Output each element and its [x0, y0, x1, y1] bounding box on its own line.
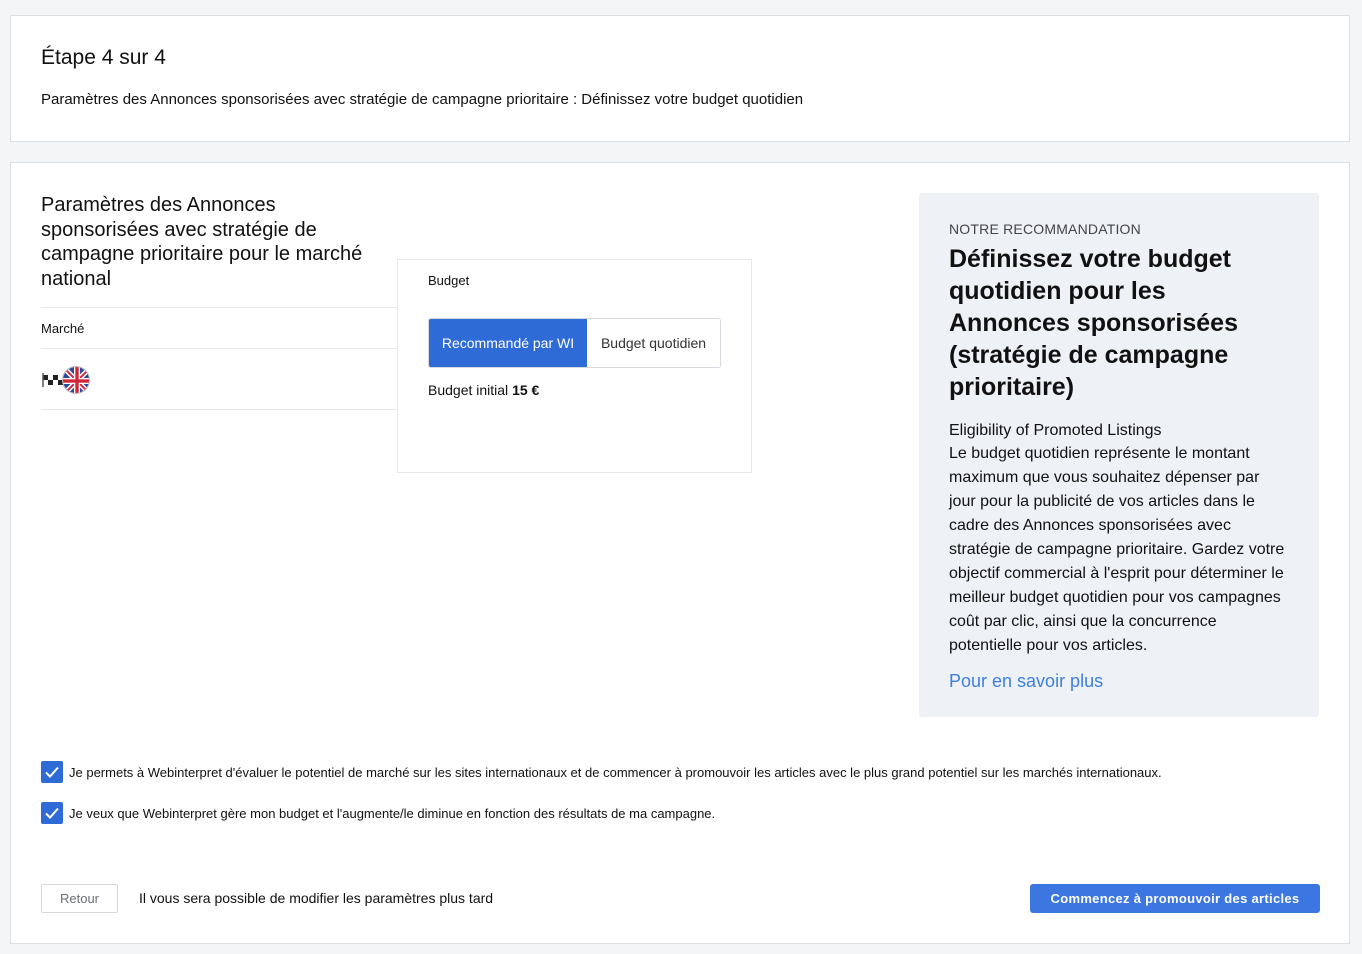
- market-column-header: Marché: [41, 307, 397, 349]
- settings-note: Il vous sera possible de modifier les pa…: [139, 890, 494, 906]
- consent-international-label: Je permets à Webinterpret d'évaluer le p…: [69, 764, 1162, 780]
- section-title: Paramètres des Annonces sponsorisées ave…: [41, 194, 363, 290]
- checkmark-icon: [45, 807, 59, 819]
- uk-flag-icon: [62, 366, 90, 394]
- checkmark-icon: [45, 766, 59, 778]
- step-card: Étape 4 sur 4 Paramètres des Annonces sp…: [10, 15, 1350, 142]
- recommendation-headline: Définissez votre budget quotidien pour l…: [949, 245, 1238, 401]
- budget-label: Budget: [428, 273, 470, 288]
- step-subtitle: Paramètres des Annonces sponsorisées ave…: [41, 91, 804, 108]
- consent-budget-label: Je veux que Webinterpret gère mon budget…: [69, 805, 716, 821]
- recommendation-body: Le budget quotidien représente le montan…: [949, 445, 1285, 654]
- market-row: [41, 349, 397, 410]
- learn-more-link[interactable]: Pour en savoir plus: [949, 671, 1289, 692]
- initial-budget-label: Budget initial: [428, 382, 509, 398]
- budget-panel: Budget Recommandé par WI Budget quotidie…: [397, 259, 752, 473]
- recommendation-subheading: Eligibility of Promoted Listings: [949, 422, 1162, 439]
- start-promoting-button[interactable]: Commencez à promouvoir des articles: [1030, 884, 1320, 913]
- budget-option-daily[interactable]: Budget quotidien: [587, 319, 720, 367]
- back-button[interactable]: Retour: [41, 884, 118, 913]
- initial-budget: Budget initial 15 €: [428, 382, 539, 398]
- step-title: Étape 4 sur 4: [41, 46, 166, 69]
- initial-budget-value: 15 €: [512, 382, 540, 398]
- settings-card: Paramètres des Annonces sponsorisées ave…: [10, 162, 1350, 944]
- consent-international: Je permets à Webinterpret d'évaluer le p…: [41, 761, 1162, 783]
- consent-budget-checkbox[interactable]: [41, 802, 63, 824]
- consent-budget: Je veux que Webinterpret gère mon budget…: [41, 802, 715, 824]
- budget-mode-toggle[interactable]: Recommandé par WI Budget quotidien: [428, 318, 721, 368]
- recommendation-panel: NOTRE RECOMMANDATION Définissez votre bu…: [919, 193, 1319, 717]
- market-table: Marché: [41, 307, 397, 410]
- recommendation-kicker: NOTRE RECOMMANDATION: [949, 221, 1141, 237]
- consent-international-checkbox[interactable]: [41, 761, 63, 783]
- budget-option-recommended[interactable]: Recommandé par WI: [429, 319, 587, 367]
